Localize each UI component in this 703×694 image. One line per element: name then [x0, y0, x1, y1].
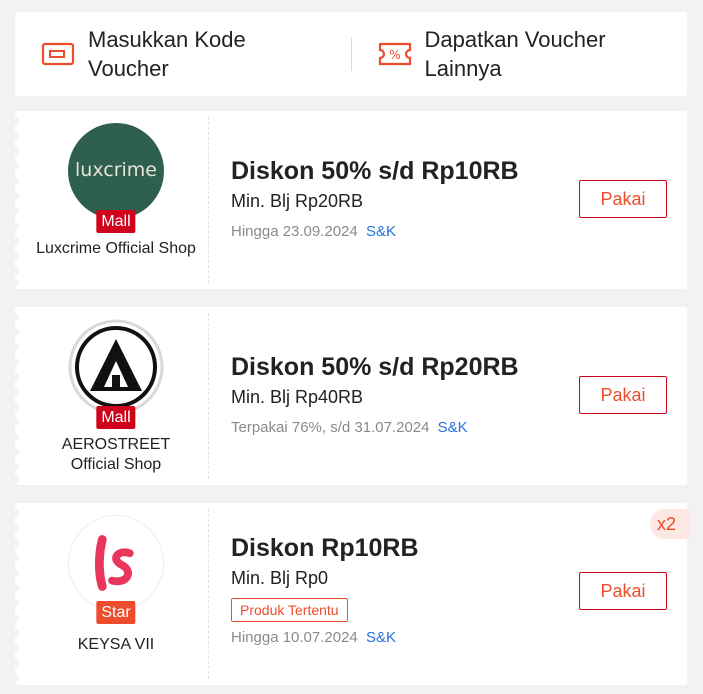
mall-badge: Mall [96, 406, 136, 429]
terms-link[interactable]: S&K [366, 223, 396, 240]
shop-info: Star KEYSA VII [23, 503, 209, 685]
voucher-actions-bar: Masukkan Kode Voucher % Dapatkan Voucher… [15, 12, 687, 96]
min-spend: Min. Blj Rp40RB [231, 387, 364, 407]
voucher-title: Diskon Rp10RB [231, 534, 419, 562]
use-voucher-button[interactable]: Pakai [579, 180, 667, 218]
aerostreet-logo-icon [68, 319, 164, 415]
min-spend: Min. Blj Rp0 [231, 568, 329, 588]
voucher-quantity-badge: x2 [650, 509, 690, 539]
shop-logo: Star [68, 515, 164, 624]
usage-validity-text: Terpakai 76%, s/d 31.07.2024 [231, 419, 430, 436]
voucher-title: Diskon 50% s/d Rp20RB [231, 353, 519, 381]
validity-text: Hingga 23.09.2024 [231, 223, 358, 240]
keysa-logo-icon [94, 535, 134, 591]
voucher-details: Diskon 50% s/d Rp10RB Min. Blj Rp20RB Hi… [231, 156, 519, 242]
voucher-card: Mall AEROSTREET Official Shop Diskon 50%… [15, 307, 687, 485]
terms-link[interactable]: S&K [438, 419, 468, 436]
get-more-vouchers-label: Dapatkan Voucher Lainnya [424, 27, 606, 81]
shop-info: luxcrime Mall Luxcrime Official Shop [23, 111, 209, 289]
percent-ticket-icon: % [378, 42, 411, 66]
validity-row: Hingga 23.09.2024 S&K [231, 222, 519, 242]
svg-text:%: % [389, 48, 400, 62]
mall-badge: Mall [96, 210, 136, 233]
voucher-details: Diskon Rp10RB Min. Blj Rp0 Produk Terten… [231, 533, 419, 648]
shop-info: Mall AEROSTREET Official Shop [23, 307, 209, 485]
validity-row: Hingga 10.07.2024 S&K [231, 628, 419, 648]
validity-row: Terpakai 76%, s/d 31.07.2024 S&K [231, 418, 519, 438]
shop-logo: luxcrime Mall [68, 123, 164, 233]
validity-text: Hingga 10.07.2024 [231, 629, 358, 646]
voucher-code-icon [41, 42, 75, 66]
voucher-card: Star KEYSA VII Diskon Rp10RB Min. Blj Rp… [15, 503, 687, 685]
luxcrime-logo-text: luxcrime [75, 159, 157, 181]
min-spend: Min. Blj Rp20RB [231, 191, 364, 211]
enter-voucher-code-label: Masukkan Kode Voucher [88, 27, 246, 81]
voucher-details: Diskon 50% s/d Rp20RB Min. Blj Rp40RB Te… [231, 352, 519, 438]
terms-link[interactable]: S&K [366, 629, 396, 646]
shop-name: Luxcrime Official Shop [36, 240, 196, 257]
use-voucher-button[interactable]: Pakai [579, 572, 667, 610]
voucher-card: luxcrime Mall Luxcrime Official Shop Dis… [15, 111, 687, 289]
use-voucher-button[interactable]: Pakai [579, 376, 667, 414]
enter-voucher-code-button[interactable]: Masukkan Kode Voucher [15, 12, 351, 96]
product-restriction-tag: Produk Tertentu [231, 598, 348, 622]
voucher-title: Diskon 50% s/d Rp10RB [231, 157, 519, 185]
shop-name: KEYSA VII [77, 636, 155, 653]
star-badge: Star [96, 601, 136, 624]
shop-name: AEROSTREET Official Shop [61, 436, 171, 473]
shop-logo: Mall [68, 319, 164, 429]
get-more-vouchers-button[interactable]: % Dapatkan Voucher Lainnya [352, 12, 688, 96]
